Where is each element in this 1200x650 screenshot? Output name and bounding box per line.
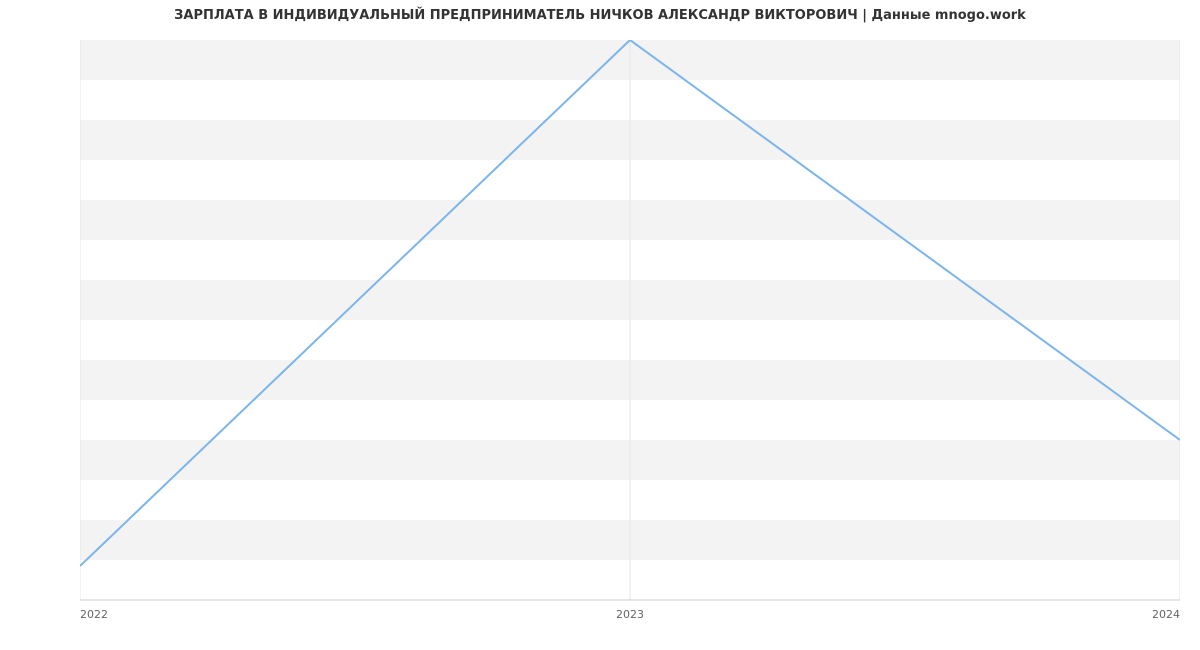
x-tick-label: 2022 bbox=[80, 608, 108, 621]
chart-title: ЗАРПЛАТА В ИНДИВИДУАЛЬНЫЙ ПРЕДПРИНИМАТЕЛ… bbox=[0, 8, 1200, 23]
chart-svg: 2200024000260002800030000320003400036000… bbox=[80, 40, 1180, 640]
chart-container: ЗАРПЛАТА В ИНДИВИДУАЛЬНЫЙ ПРЕДПРИНИМАТЕЛ… bbox=[0, 0, 1200, 650]
x-tick-label: 2024 bbox=[1152, 608, 1180, 621]
plot-area: 2200024000260002800030000320003400036000… bbox=[80, 40, 1180, 600]
x-tick-label: 2023 bbox=[616, 608, 644, 621]
